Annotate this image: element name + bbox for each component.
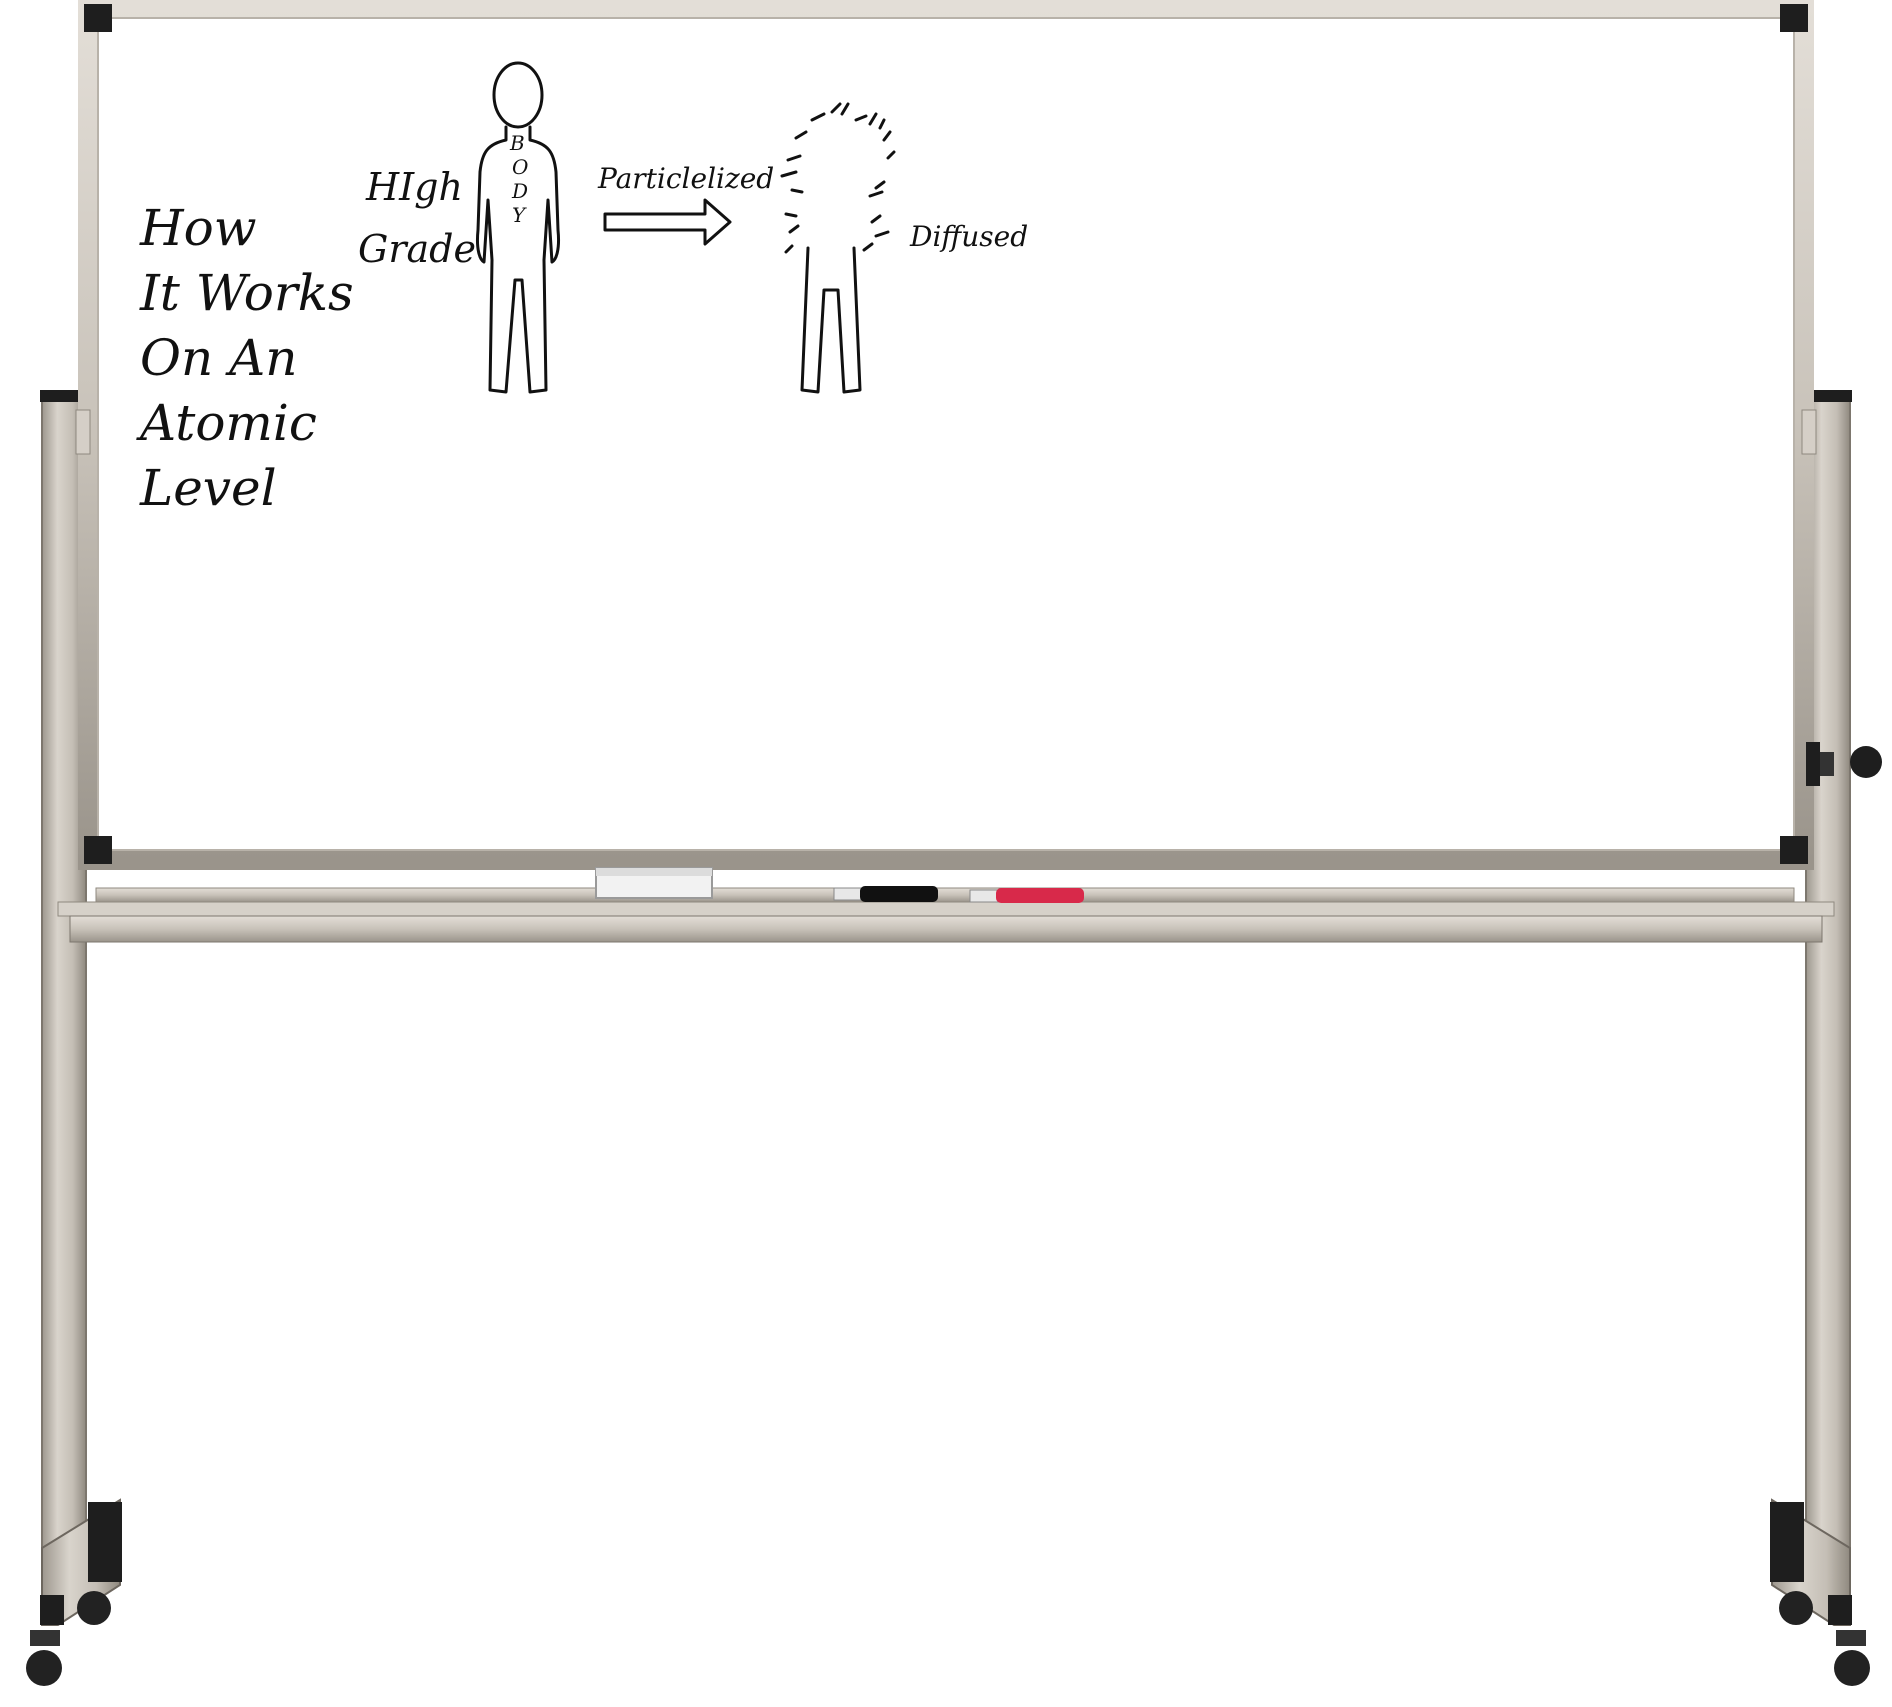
black-marker[interactable] xyxy=(833,886,938,902)
title-line: On An xyxy=(140,329,297,387)
title-line: How xyxy=(139,199,257,257)
label-particlelized: Particlelized xyxy=(597,162,774,195)
caster-wheel xyxy=(26,1650,62,1686)
title-line: Atomic xyxy=(136,394,317,452)
red-marker[interactable] xyxy=(969,888,1084,903)
caster-wheel xyxy=(1779,1591,1813,1625)
eraser[interactable] xyxy=(595,867,713,899)
caster-wheel xyxy=(77,1591,111,1625)
caster-wheel xyxy=(1834,1650,1870,1686)
lock-knob[interactable] xyxy=(1850,746,1882,778)
body-letter: O xyxy=(512,155,528,179)
label-high: HIgh xyxy=(365,165,463,209)
label-diffused: Diffused xyxy=(909,220,1028,253)
whiteboard-scene: How It Works On An Atomic Level HIgh Gra… xyxy=(26,0,1882,1686)
title-line: Level xyxy=(139,459,277,517)
body-letter: D xyxy=(511,179,528,203)
title-line: It Works xyxy=(139,264,354,322)
label-grade: Grade xyxy=(358,227,476,271)
marker-tray xyxy=(57,887,1835,943)
whiteboard-frame xyxy=(75,0,1882,870)
left-foot xyxy=(26,1498,122,1686)
body-letter: Y xyxy=(512,203,527,227)
body-letter: B xyxy=(509,131,525,155)
